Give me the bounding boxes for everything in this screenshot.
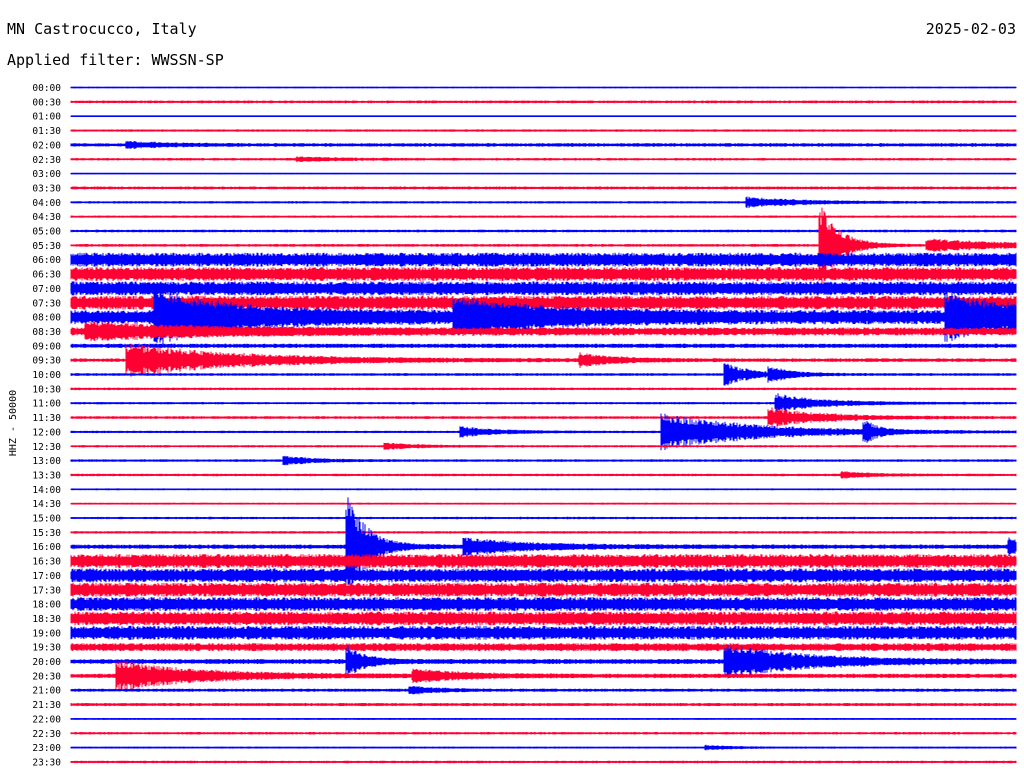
row-time-label: 07:00 [32, 284, 61, 295]
row-time-label: 01:00 [32, 112, 61, 123]
row-time-label: 14:00 [32, 485, 61, 496]
row-time-label: 03:30 [32, 183, 61, 194]
row-time-label: 19:00 [32, 628, 61, 639]
row-time-label: 21:00 [32, 686, 61, 697]
row-time-label: 06:00 [32, 255, 61, 266]
row-time-label: 18:30 [32, 614, 61, 625]
row-time-label: 09:30 [32, 356, 61, 367]
row-time-label: 11:00 [32, 399, 61, 410]
row-time-label: 17:00 [32, 571, 61, 582]
row-time-label: 23:00 [32, 743, 61, 754]
y-axis-label: HHZ - 50000 [8, 390, 19, 456]
row-time-label: 03:00 [32, 169, 61, 180]
row-time-label: 04:00 [32, 198, 61, 209]
row-time-label: 02:30 [32, 155, 61, 166]
row-time-label: 16:00 [32, 542, 61, 553]
row-time-label: 08:00 [32, 313, 61, 324]
seismogram-chart: 00:00 00:30 01:00 01:30 02:00 02:30 03:00 03:30… [8, 83, 1017, 768]
row-time-label: 20:30 [32, 671, 61, 682]
row-time-label: 13:00 [32, 456, 61, 467]
row-time-label: 08:30 [32, 327, 61, 338]
row-time-label: 02:00 [32, 140, 61, 151]
row-time-label: 07:30 [32, 298, 61, 309]
row-time-label: 23:30 [32, 757, 61, 768]
row-time-label: 15:30 [32, 528, 61, 539]
row-time-label: 01:30 [32, 126, 61, 137]
row-time-label: 21:30 [32, 700, 61, 711]
row-time-label: 00:00 [32, 83, 61, 94]
row-time-label: 18:00 [32, 600, 61, 611]
row-time-label: 10:00 [32, 370, 61, 381]
row-time-label: 10:30 [32, 384, 61, 395]
row-time-label: 05:30 [32, 241, 61, 252]
row-time-label: 14:30 [32, 499, 61, 510]
row-time-label: 06:30 [32, 270, 61, 281]
row-time-label: 05:00 [32, 227, 61, 238]
row-time-label: 09:00 [32, 341, 61, 352]
row-time-label: 17:30 [32, 585, 61, 596]
row-time-label: 19:30 [32, 643, 61, 654]
row-time-label: 16:30 [32, 557, 61, 568]
row-time-label: 12:00 [32, 427, 61, 438]
row-time-label: 13:30 [32, 470, 61, 481]
row-time-label: 20:00 [32, 657, 61, 668]
row-time-label: 15:00 [32, 514, 61, 525]
row-time-label: 00:30 [32, 97, 61, 108]
row-time-label: 11:30 [32, 413, 61, 424]
row-time-label: 22:30 [32, 729, 61, 740]
row-time-label: 12:30 [32, 442, 61, 453]
helicorder-page: MN Castrocucco, Italy 2025-02-03 Applied… [0, 0, 1024, 780]
row-time-label: 22:00 [32, 714, 61, 725]
row-time-label: 04:30 [32, 212, 61, 223]
